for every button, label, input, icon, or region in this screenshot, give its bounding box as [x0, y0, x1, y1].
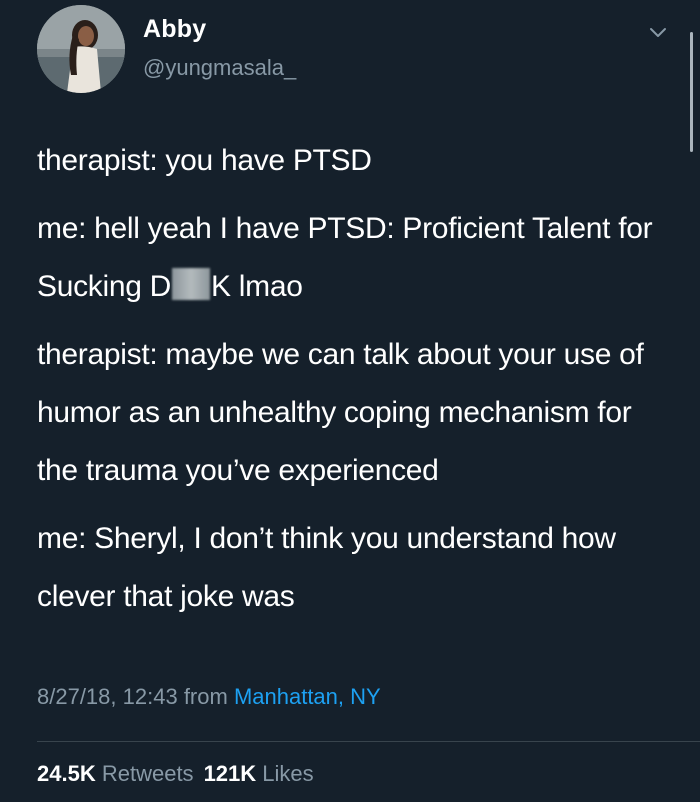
- retweets-count: 24.5K: [37, 761, 96, 786]
- censor-blur: [172, 268, 211, 300]
- tweet-line-1: therapist: you have PTSD: [37, 144, 372, 177]
- retweets-label: Retweets: [101, 761, 194, 786]
- divider: [37, 741, 700, 742]
- location-link[interactable]: Manhattan, NY: [234, 684, 381, 709]
- tweet-line-4: me: Sheryl, I don’t think you understand…: [37, 522, 616, 613]
- avatar[interactable]: [37, 5, 125, 93]
- tweet-text: therapist: you have PTSD me: hell yeah I…: [37, 132, 677, 626]
- author-handle[interactable]: @yungmasala_: [143, 55, 296, 81]
- timestamp[interactable]: 8/27/18, 12:43: [37, 684, 178, 709]
- chevron-down-icon[interactable]: [649, 27, 667, 39]
- tweet-line-3: therapist: maybe we can talk about your …: [37, 338, 644, 487]
- author-name[interactable]: Abby: [143, 15, 206, 44]
- tweet-stats: 24.5K Retweets 121K Likes: [37, 761, 314, 787]
- likes-label: Likes: [262, 761, 314, 786]
- tweet-meta: 8/27/18, 12:43 from Manhattan, NY: [37, 684, 381, 710]
- tweet-line-2-after: K lmao: [211, 270, 303, 303]
- avatar-photo: [37, 5, 125, 93]
- tweet-line-2-before: me: hell yeah I have PTSD: Proficient Ta…: [37, 212, 653, 303]
- likes-stat[interactable]: 121K Likes: [204, 761, 314, 786]
- likes-count: 121K: [203, 761, 257, 786]
- from-label: from: [183, 684, 228, 709]
- tweet-line-2: me: hell yeah I have PTSD: Proficient Ta…: [37, 200, 677, 316]
- retweets-stat[interactable]: 24.5K Retweets: [37, 761, 194, 786]
- scrollbar[interactable]: [690, 32, 693, 152]
